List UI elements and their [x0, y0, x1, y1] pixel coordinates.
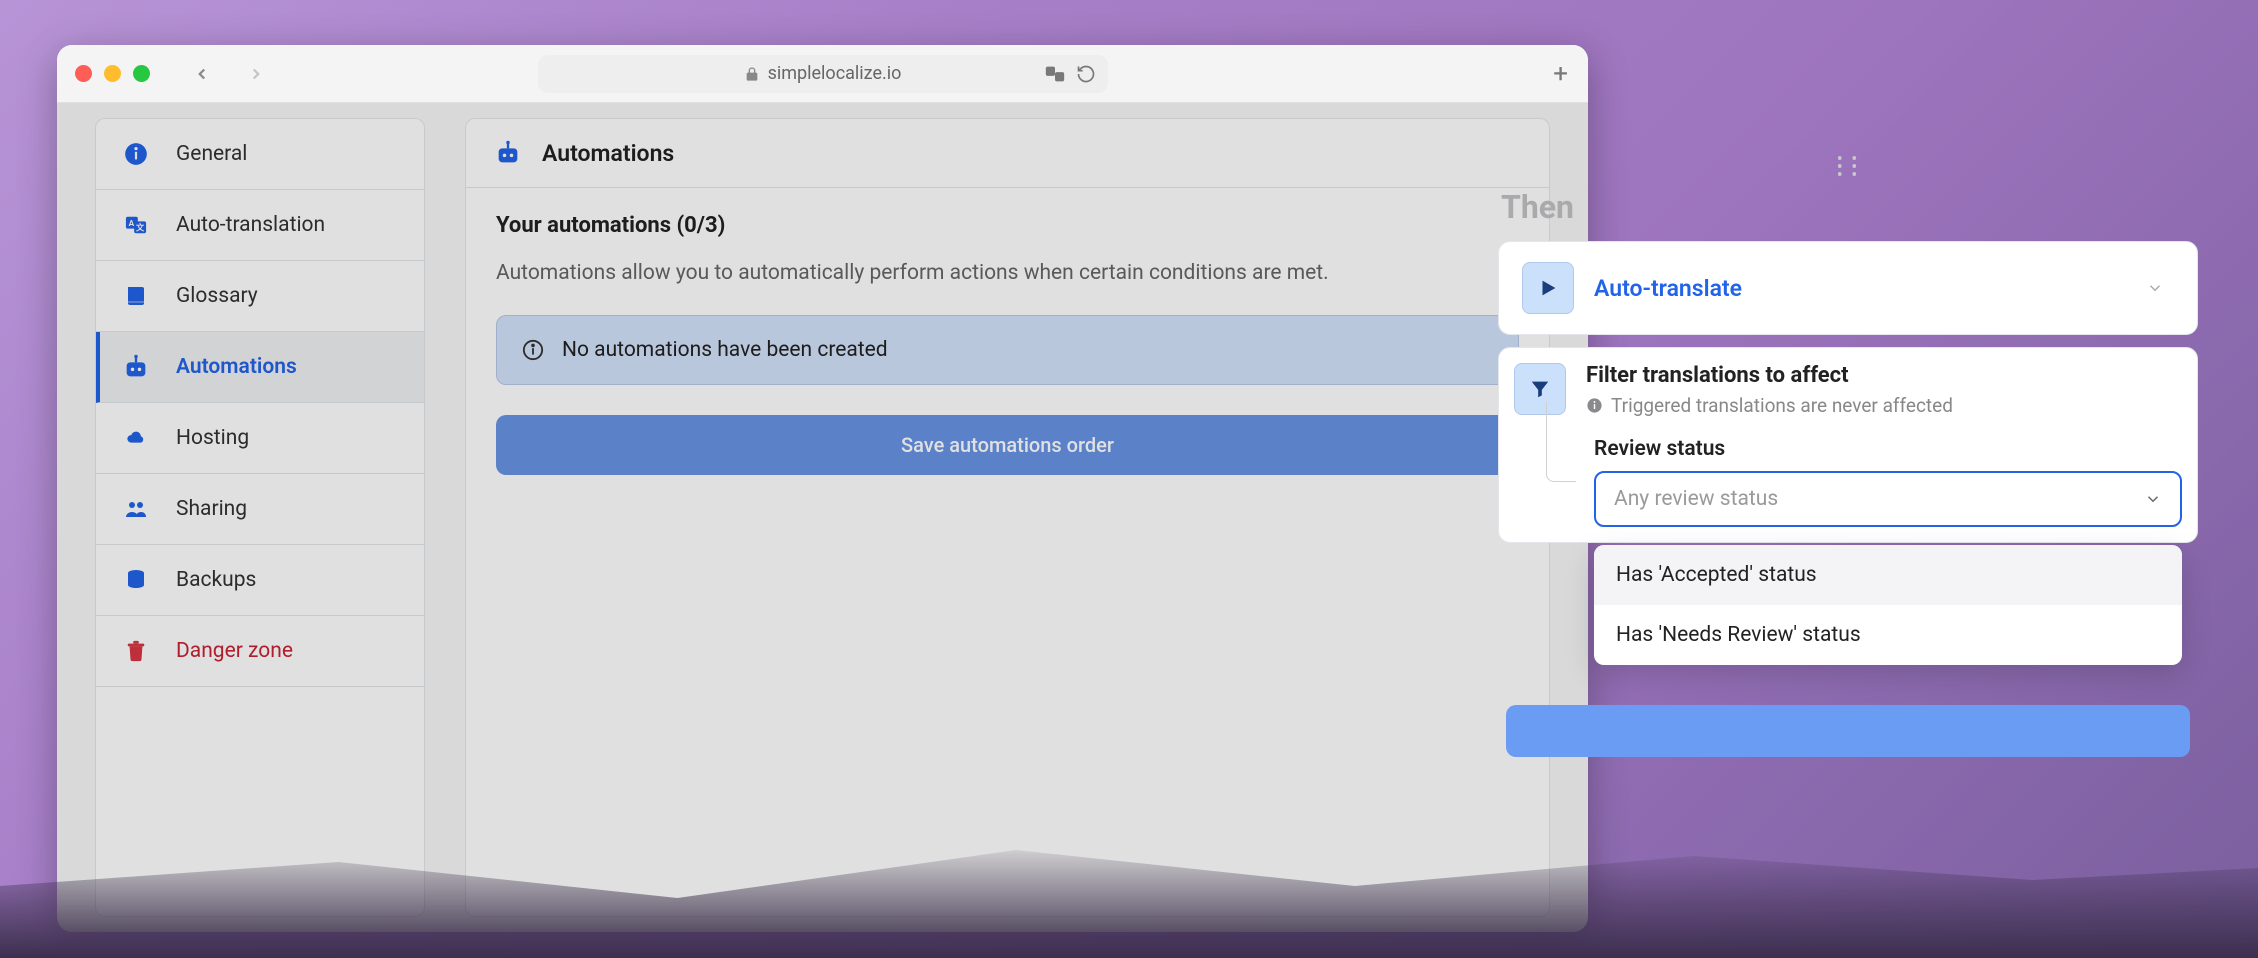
- review-status-dropdown: Has 'Accepted' status Has 'Needs Review'…: [1594, 545, 2182, 665]
- filter-title: Filter translations to affect: [1586, 363, 2182, 388]
- action-label: Auto-translate: [1594, 275, 2126, 302]
- drag-handle-icon[interactable]: • •• •• •: [1498, 150, 2198, 188]
- tree-connector: [1546, 402, 1576, 482]
- content-area: General A文 Auto-translation Glossary Aut…: [57, 103, 1588, 932]
- modal-backdrop[interactable]: [57, 103, 1588, 932]
- dropdown-option-needs-review[interactable]: Has 'Needs Review' status: [1594, 605, 2182, 665]
- translate-icon[interactable]: [1044, 63, 1066, 85]
- lock-icon: [744, 66, 760, 82]
- minimize-window-button[interactable]: [104, 65, 121, 82]
- maximize-window-button[interactable]: [133, 65, 150, 82]
- forward-button[interactable]: [244, 62, 268, 86]
- dropdown-option-accepted[interactable]: Has 'Accepted' status: [1594, 545, 2182, 605]
- info-icon: [1586, 397, 1603, 414]
- automation-editor-sheet: • •• •• • Then Auto-translate Filter tra…: [1498, 150, 2198, 543]
- back-button[interactable]: [190, 62, 214, 86]
- browser-window: simplelocalize.io + General A文 Auto-: [57, 45, 1588, 932]
- address-bar[interactable]: simplelocalize.io: [538, 55, 1108, 93]
- then-label: Then: [1501, 188, 2198, 226]
- filter-card: Filter translations to affect Triggered …: [1498, 347, 2198, 543]
- close-window-button[interactable]: [75, 65, 92, 82]
- select-placeholder: Any review status: [1614, 487, 1778, 511]
- field-label: Review status: [1594, 437, 2182, 461]
- traffic-lights: [75, 65, 150, 82]
- filter-subtitle: Triggered translations are never affecte…: [1586, 394, 2182, 417]
- url-text: simplelocalize.io: [768, 63, 902, 84]
- chevron-down-icon: [2144, 490, 2162, 508]
- new-tab-button[interactable]: +: [1553, 59, 1568, 89]
- chevron-down-icon: [2146, 279, 2164, 297]
- review-status-select[interactable]: Any review status: [1594, 471, 2182, 527]
- play-icon: [1522, 262, 1574, 314]
- reload-button[interactable]: [1076, 64, 1096, 84]
- sheet-bottom-button[interactable]: [1506, 705, 2190, 757]
- action-card[interactable]: Auto-translate: [1498, 241, 2198, 335]
- browser-titlebar: simplelocalize.io +: [57, 45, 1588, 103]
